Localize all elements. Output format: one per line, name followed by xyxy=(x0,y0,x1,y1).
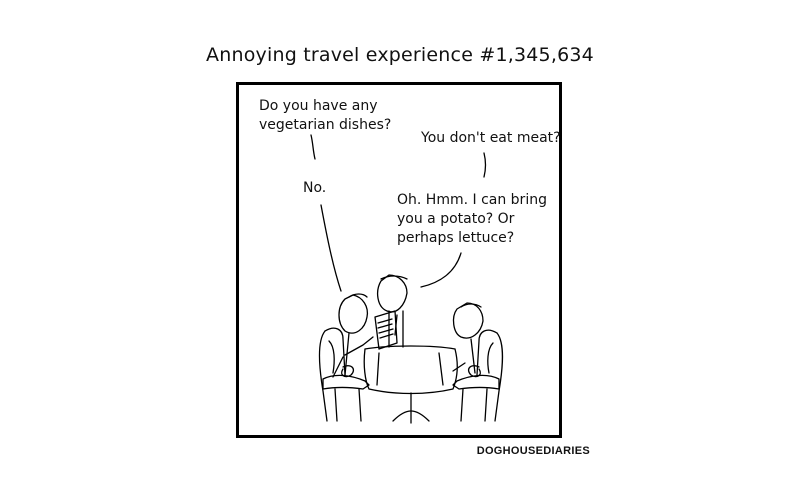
dining-table xyxy=(363,345,458,424)
customer-left-figure xyxy=(332,293,374,378)
menu-held xyxy=(374,310,398,350)
speech-tail-customer-answer xyxy=(320,204,342,292)
credit-logo: DOGHOUSEDIARIES xyxy=(476,445,590,457)
chair-left xyxy=(318,327,370,422)
comic-title: Annoying travel experience #1,345,634 xyxy=(206,44,594,66)
comic-drawing xyxy=(310,134,504,424)
waiter-figure xyxy=(376,274,408,348)
speech-tail-customer-question xyxy=(310,134,316,160)
speech-tail-waiter-question xyxy=(483,152,487,178)
chair-right xyxy=(452,329,504,422)
speech-tail-waiter-offer xyxy=(420,252,462,288)
comic-panel: Do you have any vegetarian dishes? You d… xyxy=(236,82,562,438)
